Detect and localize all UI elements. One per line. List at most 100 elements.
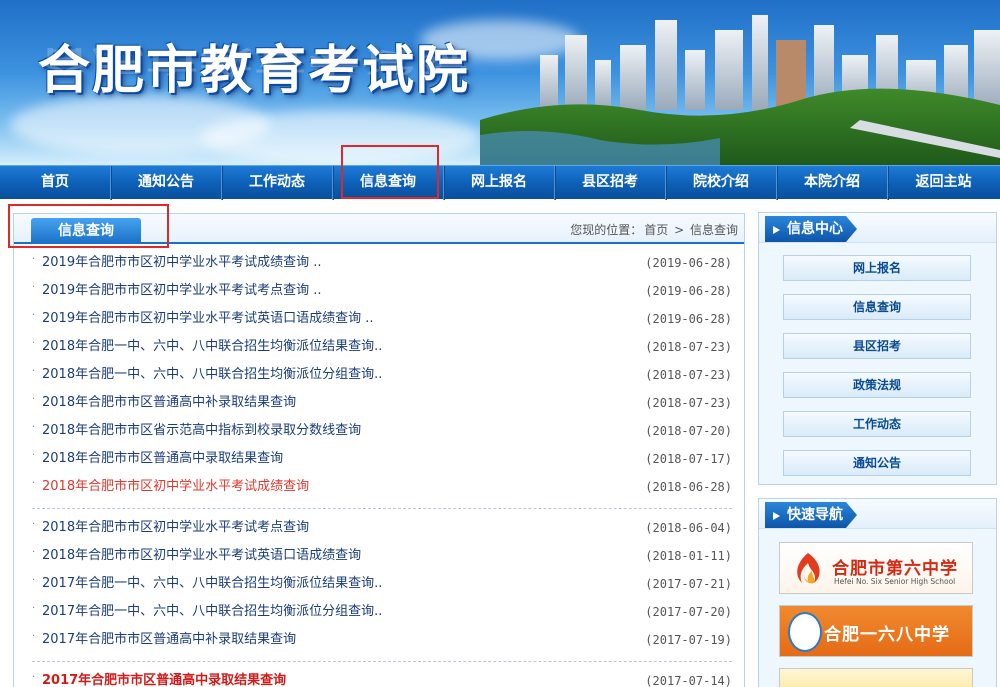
- list-item-link[interactable]: 2019年合肥市市区初中学业水平考试成绩查询 ..: [42, 252, 321, 274]
- list-item: · 2018年合肥市市区初中学业水平考试成绩查询 (2018-06-28): [32, 474, 732, 502]
- list-item-link[interactable]: 2019年合肥市市区初中学业水平考试考点查询 ..: [42, 280, 321, 302]
- bullet-dot: ·: [32, 254, 36, 265]
- list-item: · 2017年合肥一中、六中、八中联合招生均衡派位分组查询.. (2017-07-2…: [32, 599, 732, 627]
- quick-nav-panel: 快速导航 合肥市第六中学 Hefei No. Six Senior High S…: [758, 498, 997, 687]
- school-english-name: Hefei No. Six Senior High School: [834, 577, 956, 586]
- list-divider: [32, 655, 732, 662]
- side-link-work-news[interactable]: 工作动态: [783, 411, 971, 437]
- school-name: 合肥一六八中学: [824, 625, 950, 645]
- quick-nav-header: 快速导航: [759, 499, 996, 529]
- bullet-dot: ·: [32, 450, 36, 461]
- school-link-hefei-no6[interactable]: 合肥市第六中学 Hefei No. Six Senior High School: [779, 542, 973, 594]
- quick-nav-title: 快速导航: [765, 502, 857, 528]
- side-link-info-query[interactable]: 信息查询: [783, 294, 971, 320]
- nav-work-news[interactable]: 工作动态: [222, 166, 333, 200]
- breadcrumb-prefix: 您现的位置：: [570, 223, 643, 237]
- school-link-hefei-168[interactable]: 合肥一六八中学: [779, 605, 973, 657]
- list-item: · 2019年合肥市市区初中学业水平考试英语口语成绩查询 .. (2019-06-2…: [32, 306, 732, 334]
- list-item-date: (2019-06-28): [645, 312, 732, 326]
- breadcrumb: 您现的位置： 首页 > 信息查询: [568, 221, 738, 238]
- info-center-title: 信息中心: [765, 216, 857, 242]
- bullet-dot: ·: [32, 310, 36, 321]
- list-item-link[interactable]: 2018年合肥市市区初中学业水平考试考点查询: [42, 517, 309, 539]
- nav-info-query[interactable]: 信息查询: [333, 166, 444, 200]
- school-badge-icon: [788, 612, 822, 652]
- side-link-policies[interactable]: 政策法规: [783, 372, 971, 398]
- list-item-link[interactable]: 2018年合肥一中、六中、八中联合招生均衡派位分组查询..: [42, 364, 382, 386]
- list-item-date: (2017-07-21): [645, 577, 732, 591]
- bullet-dot: ·: [32, 338, 36, 349]
- list-item-link[interactable]: 2017年合肥一中、六中、八中联合招生均衡派位分组查询..: [42, 601, 382, 623]
- list-item-date: (2017-07-19): [645, 633, 732, 647]
- list-item-date: (2019-06-28): [645, 256, 732, 270]
- list-item: · 2018年合肥市市区初中学业水平考试考点查询 (2018-06-04): [32, 515, 732, 543]
- list-item: · 2018年合肥市市区初中学业水平考试英语口语成绩查询 (2018-01-11): [32, 543, 732, 571]
- bullet-dot: ·: [32, 478, 36, 489]
- arrow-icon: [773, 512, 780, 520]
- nav-school-intro[interactable]: 院校介绍: [666, 166, 777, 200]
- school-link-partial[interactable]: [779, 668, 973, 687]
- arrow-icon: [773, 226, 780, 234]
- list-item-link[interactable]: 2017年合肥市市区普通高中补录取结果查询: [42, 629, 296, 651]
- breadcrumb-current: 信息查询: [689, 223, 738, 237]
- school-name: 合肥市第六中学: [832, 559, 958, 579]
- list-item-link[interactable]: 2018年合肥一中、六中、八中联合招生均衡派位结果查询..: [42, 336, 382, 358]
- nav-about[interactable]: 本院介绍: [777, 166, 888, 200]
- list-item-date: (2017-07-20): [645, 605, 732, 619]
- list-item-date: (2018-07-23): [645, 396, 732, 410]
- list-item-date: (2018-07-17): [645, 452, 732, 466]
- list-item-link[interactable]: 2018年合肥市市区普通高中录取结果查询: [42, 448, 283, 470]
- bullet-dot: ·: [32, 422, 36, 433]
- list-item: · 2018年合肥市市区普通高中录取结果查询 (2018-07-17): [32, 446, 732, 474]
- bullet-dot: ·: [32, 547, 36, 558]
- list-item: · 2018年合肥一中、六中、八中联合招生均衡派位分组查询.. (2018-07-2…: [32, 362, 732, 390]
- list-item-date: (2018-01-11): [645, 549, 732, 563]
- list-item-link[interactable]: 2017年合肥市市区普通高中录取结果查询: [42, 670, 286, 687]
- section-tab: 信息查询: [31, 218, 141, 244]
- bullet-dot: ·: [32, 672, 36, 683]
- list-item: · 2018年合肥市市区普通高中补录取结果查询 (2018-07-23): [32, 390, 732, 418]
- list-item-link[interactable]: 2018年合肥市市区初中学业水平考试成绩查询: [42, 476, 309, 498]
- list-item-link[interactable]: 2019年合肥市市区初中学业水平考试英语口语成绩查询 ..: [42, 308, 373, 330]
- info-center-header: 信息中心: [759, 213, 996, 243]
- list-item: · 2017年合肥一中、六中、八中联合招生均衡派位结果查询.. (2017-07-2…: [32, 571, 732, 599]
- nav-notices[interactable]: 通知公告: [111, 166, 222, 200]
- list-item: · 2019年合肥市市区初中学业水平考试考点查询 .. (2019-06-28): [32, 278, 732, 306]
- list-item-date: (2018-06-04): [645, 521, 732, 535]
- bullet-dot: ·: [32, 394, 36, 405]
- list-divider: [32, 502, 732, 509]
- list-item-date: (2018-07-23): [645, 368, 732, 382]
- city-skyline-image: [480, 15, 1000, 165]
- breadcrumb-separator: >: [674, 223, 685, 237]
- site-title-reflection: 合肥市教育考试院: [38, 43, 471, 77]
- main-nav: 首页 通知公告 工作动态 信息查询 网上报名 县区招考 院校介绍 本院介绍 返回…: [0, 165, 1000, 200]
- list-item-link[interactable]: 2018年合肥市市区初中学业水平考试英语口语成绩查询: [42, 545, 361, 567]
- bullet-dot: ·: [32, 366, 36, 377]
- side-link-county-exams[interactable]: 县区招考: [783, 333, 971, 359]
- list-item-date: (2019-06-28): [645, 284, 732, 298]
- main-panel: 信息查询 您现的位置： 首页 > 信息查询 · 2019年合肥市市区初中学业水平考试…: [13, 213, 745, 687]
- list-item: · 2018年合肥一中、六中、八中联合招生均衡派位结果查询.. (2018-07-2…: [32, 334, 732, 362]
- article-list: · 2019年合肥市市区初中学业水平考试成绩查询 .. (2019-06-28) ·…: [32, 250, 732, 687]
- list-item-link[interactable]: 2018年合肥市市区省示范高中指标到校录取分数线查询: [42, 420, 361, 442]
- side-link-notices[interactable]: 通知公告: [783, 450, 971, 476]
- flame-logo-icon: [797, 553, 820, 584]
- breadcrumb-home[interactable]: 首页: [644, 223, 668, 237]
- nav-online-registration[interactable]: 网上报名: [444, 166, 555, 200]
- bullet-dot: ·: [32, 282, 36, 293]
- info-center-panel: 信息中心 网上报名 信息查询 县区招考 政策法规 工作动态 通知公告: [758, 212, 997, 485]
- nav-county-exams[interactable]: 县区招考: [555, 166, 666, 200]
- list-item: · 2019年合肥市市区初中学业水平考试成绩查询 .. (2019-06-28): [32, 250, 732, 278]
- list-item-date: (2018-07-23): [645, 340, 732, 354]
- bullet-dot: ·: [32, 603, 36, 614]
- nav-home[interactable]: 首页: [0, 166, 111, 200]
- list-item: · 2017年合肥市市区普通高中录取结果查询 (2017-07-14): [32, 668, 732, 687]
- nav-main-site[interactable]: 返回主站: [888, 166, 999, 200]
- list-item-link[interactable]: 2017年合肥一中、六中、八中联合招生均衡派位结果查询..: [42, 573, 382, 595]
- list-item: · 2018年合肥市市区省示范高中指标到校录取分数线查询 (2018-07-20): [32, 418, 732, 446]
- bullet-dot: ·: [32, 519, 36, 530]
- list-item-date: (2018-06-28): [645, 480, 732, 494]
- list-item-link[interactable]: 2018年合肥市市区普通高中补录取结果查询: [42, 392, 296, 414]
- site-banner: 合肥市教育考试院 合肥市教育考试院: [0, 0, 1000, 165]
- side-link-online-registration[interactable]: 网上报名: [783, 255, 971, 281]
